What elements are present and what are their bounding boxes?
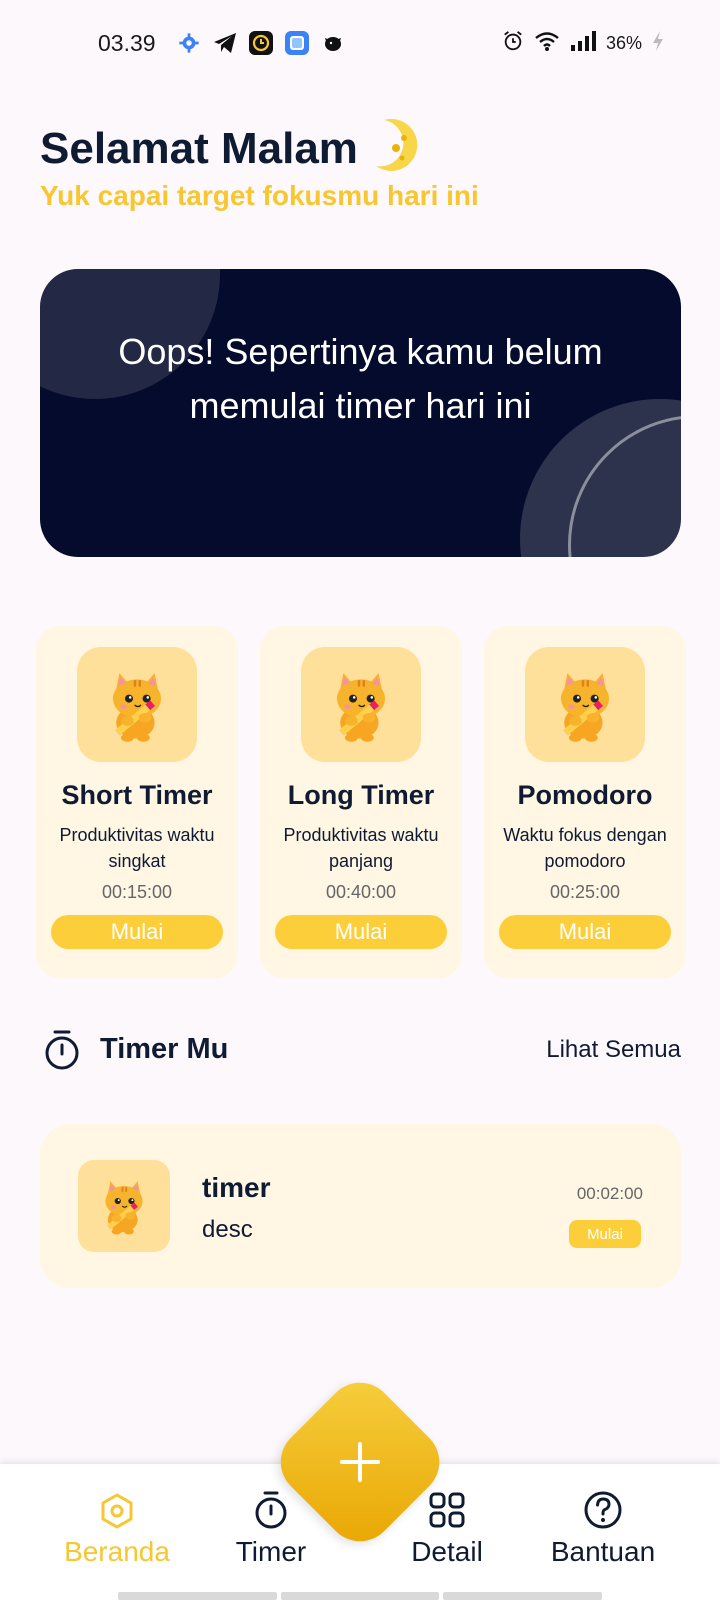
start-pomodoro-button[interactable]: Mulai <box>499 915 671 949</box>
alarm-icon <box>502 30 524 57</box>
preset-timer-cards: Short Timer Produktivitas waktu singkat … <box>36 626 686 978</box>
start-long-timer-button[interactable]: Mulai <box>275 915 447 949</box>
daily-summary-banner: Oops! Sepertinya kamu belum memulai time… <box>40 269 681 557</box>
preset-description: Waktu fokus dengan pomodoro <box>503 825 667 871</box>
gear-icon <box>176 30 202 56</box>
preset-title: Pomodoro <box>517 780 653 810</box>
tasks-app-icon <box>284 30 310 56</box>
nav-label: Beranda <box>64 1536 170 1567</box>
banner-message: Oops! Sepertinya kamu belum memulai time… <box>118 331 603 426</box>
bird-app-icon <box>320 30 346 56</box>
greeting-header: Selamat Malam <box>40 116 418 181</box>
clock-app-icon <box>248 30 274 56</box>
help-icon <box>583 1490 623 1530</box>
nav-item-beranda[interactable]: Beranda <box>42 1490 192 1568</box>
moon-icon <box>370 116 418 181</box>
timer-description: desc <box>202 1216 253 1243</box>
preset-description: Produktivitas waktu panjang <box>283 825 439 871</box>
system-icons: 36% <box>502 30 664 57</box>
home-indicator[interactable] <box>118 1592 603 1600</box>
start-short-timer-button[interactable]: Mulai <box>51 915 223 949</box>
notification-icons <box>176 30 346 56</box>
start-timer-button[interactable]: Mulai <box>569 1220 641 1248</box>
section-title: Timer Mu <box>100 1033 229 1065</box>
grid-icon <box>427 1490 467 1530</box>
see-all-link[interactable]: Lihat Semua <box>546 1036 681 1064</box>
nav-label: Timer <box>235 1536 307 1567</box>
wifi-icon <box>534 30 560 57</box>
preset-description: Produktivitas waktu singkat <box>59 825 215 871</box>
preset-title: Long Timer <box>287 780 435 810</box>
battery-level: 36% <box>605 33 642 53</box>
telegram-icon <box>212 30 238 56</box>
nav-label: Detail <box>411 1536 483 1567</box>
home-icon <box>97 1490 137 1530</box>
my-timers-header: Timer Mu Lihat Semua <box>40 1028 681 1072</box>
plus-icon <box>338 1440 382 1484</box>
preset-duration: 00:25:00 <box>549 882 621 902</box>
preset-card-pomodoro: Pomodoro Waktu fokus dengan pomodoro 00:… <box>484 626 686 978</box>
preset-title: Short Timer <box>61 780 213 810</box>
cat-mascot-image <box>78 1160 170 1252</box>
timer-list-item[interactable]: timer desc 00:02:00 Mulai <box>40 1124 681 1288</box>
preset-card-short-timer: Short Timer Produktivitas waktu singkat … <box>36 626 238 978</box>
preset-card-long-timer: Long Timer Produktivitas waktu panjang 0… <box>260 626 462 978</box>
status-time: 03.39 <box>98 30 156 56</box>
status-bar: 03.39 36% <box>0 0 720 90</box>
stopwatch-icon <box>40 1028 84 1072</box>
nav-label: Bantuan <box>550 1536 656 1567</box>
greeting-title: Selamat Malam <box>40 123 358 173</box>
signal-icon <box>570 30 596 57</box>
timer-duration: 00:02:00 <box>576 1184 643 1203</box>
cat-mascot-image <box>525 647 645 762</box>
preset-duration: 00:40:00 <box>325 882 397 902</box>
timer-name: timer <box>202 1172 271 1203</box>
charging-icon <box>652 30 664 57</box>
greeting-subtitle: Yuk capai target fokusmu hari ini <box>40 180 479 211</box>
cat-mascot-image <box>77 647 197 762</box>
preset-duration: 00:15:00 <box>101 882 173 902</box>
timer-icon <box>251 1490 291 1530</box>
cat-mascot-image <box>301 647 421 762</box>
nav-item-bantuan[interactable]: Bantuan <box>528 1490 678 1568</box>
